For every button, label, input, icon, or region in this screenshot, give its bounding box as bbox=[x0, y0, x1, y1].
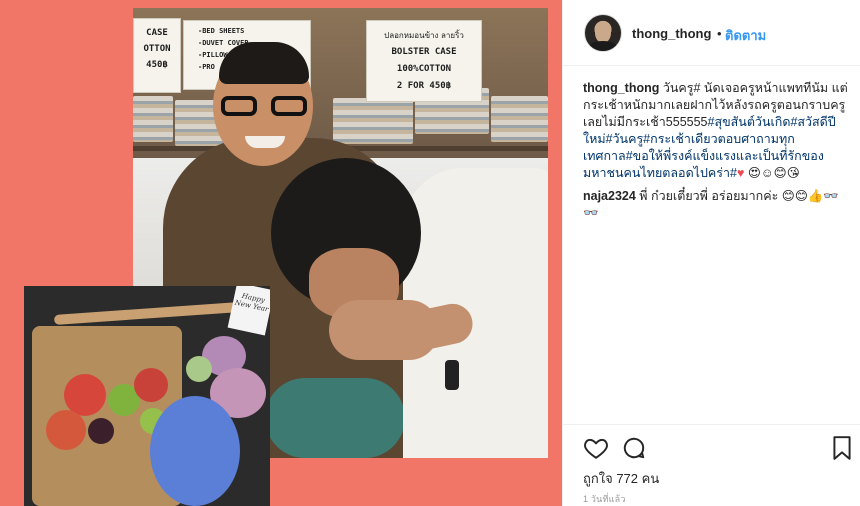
header-username[interactable]: thong_thong bbox=[632, 26, 711, 41]
linen-stack bbox=[333, 98, 413, 144]
post-header: thong_thong • ติดตาม bbox=[563, 0, 860, 66]
speech-bubble-icon[interactable] bbox=[621, 435, 647, 461]
separator-dot: • bbox=[717, 26, 722, 41]
caption: thong_thong วันครู# นัดเจอครูหน้าแพททีนั… bbox=[583, 80, 849, 182]
seated-man-hair bbox=[219, 42, 309, 84]
linen-stack bbox=[491, 96, 548, 142]
red-apple bbox=[134, 368, 168, 402]
post-timestamp[interactable]: 1 วันที่แล้ว bbox=[583, 492, 626, 506]
comments-section: thong_thong วันครู# นัดเจอครูหน้าแพททีนั… bbox=[583, 80, 849, 228]
shop-sign-right: ปลอกหมอนข้าง ลายริ้ว BOLSTER CASE 100%CO… bbox=[366, 20, 482, 102]
basket-handle bbox=[53, 301, 255, 325]
smile bbox=[245, 136, 285, 148]
post-actions: ถูกใจ 772 คน 1 วันที่แล้ว bbox=[563, 424, 860, 506]
praying-hands bbox=[329, 300, 439, 360]
green-berries bbox=[186, 356, 212, 382]
likes-count[interactable]: ถูกใจ 772 คน bbox=[583, 468, 659, 489]
grapes bbox=[88, 418, 114, 444]
linen-stack bbox=[133, 96, 173, 142]
post-sidebar: thong_thong • ติดตาม thong_thong วันครู#… bbox=[562, 0, 860, 506]
blue-hydrangea bbox=[150, 396, 240, 506]
caption-emojis: 😍☺😊😘 bbox=[744, 166, 800, 180]
heart-outline-icon[interactable] bbox=[583, 435, 609, 461]
follow-button[interactable]: ติดตาม bbox=[725, 25, 766, 46]
bookmark-icon[interactable] bbox=[831, 435, 857, 461]
wristwatch bbox=[445, 360, 459, 390]
green-shorts bbox=[265, 378, 405, 458]
avatar[interactable] bbox=[584, 14, 622, 52]
caption-username[interactable]: thong_thong bbox=[583, 81, 659, 95]
post-media[interactable]: CASE OTTON 450฿ -BED SHEETS -DUVET COVER… bbox=[0, 0, 562, 506]
comment-item: naja2324 พี่ ก๋วยเตี๋ยวพี่ อร่อยมากค่ะ 😊… bbox=[583, 188, 849, 222]
happy-new-year-card: Happy New Year bbox=[227, 286, 270, 336]
inset-photo-gift-basket: Happy New Year bbox=[24, 286, 270, 506]
peach bbox=[46, 410, 86, 450]
eyeglasses bbox=[221, 96, 307, 118]
comment-username[interactable]: naja2324 bbox=[583, 189, 636, 203]
shop-sign-left: CASE OTTON 450฿ bbox=[133, 18, 181, 93]
